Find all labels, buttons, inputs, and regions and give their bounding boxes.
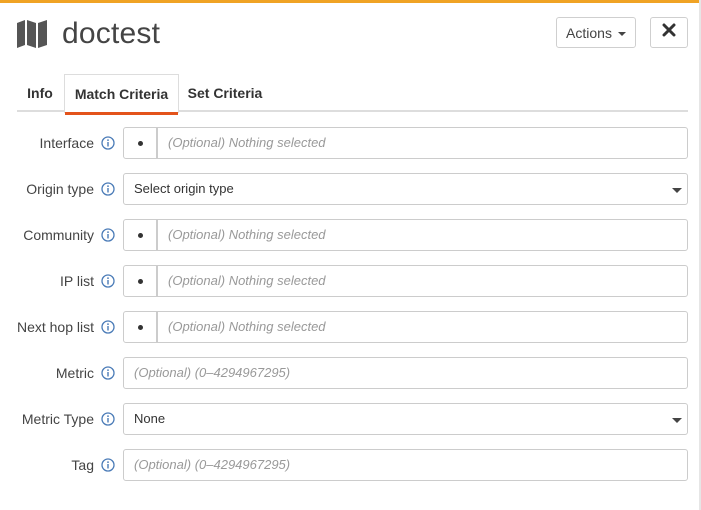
form-row-next-hop-list: Next hop list (Optional) Nothing selecte… [0, 311, 701, 343]
tab-match-criteria[interactable]: Match Criteria [64, 74, 179, 115]
metric-placeholder: (Optional) (0–4294967295) [134, 365, 291, 380]
close-button[interactable] [650, 17, 688, 48]
community-placeholder: (Optional) Nothing selected [168, 227, 326, 242]
caret-down-icon [617, 31, 626, 36]
metric-input[interactable]: (Optional) (0–4294967295) [123, 357, 688, 389]
next-hop-list-field[interactable]: (Optional) Nothing selected [157, 311, 688, 343]
interface-label: Interface [39, 135, 94, 151]
actions-button-label: Actions [566, 24, 612, 41]
dot-icon [137, 140, 143, 146]
tab-set-criteria[interactable]: Set Criteria [180, 74, 270, 112]
form-row-metric: Metric (Optional) (0–4294967295) [0, 357, 701, 389]
top-accent-bar [0, 0, 701, 3]
community-field[interactable]: (Optional) Nothing selected [157, 219, 688, 251]
page-title: doctest [62, 17, 161, 50]
close-icon [662, 23, 676, 42]
interface-placeholder: (Optional) Nothing selected [168, 135, 326, 150]
form-row-community: Community (Optional) Nothing selected [0, 219, 701, 251]
community-label: Community [23, 227, 94, 243]
info-icon[interactable] [101, 136, 115, 150]
tag-input[interactable]: (Optional) (0–4294967295) [123, 449, 688, 481]
map-icon [16, 19, 48, 49]
info-icon[interactable] [101, 274, 115, 288]
interface-picker-button[interactable] [123, 127, 157, 159]
info-icon[interactable] [101, 228, 115, 242]
form-row-ip-list: IP list (Optional) Nothing selected [0, 265, 701, 297]
tab-bar: Info Match Criteria Set Criteria [17, 74, 688, 115]
metric-label: Metric [55, 365, 94, 381]
ip-list-field[interactable]: (Optional) Nothing selected [157, 265, 688, 297]
ip-list-placeholder: (Optional) Nothing selected [168, 273, 326, 288]
origin-type-select[interactable]: Select origin type [123, 173, 688, 205]
dot-icon [137, 278, 143, 284]
metric-type-value: None [134, 411, 166, 426]
form-row-interface: Interface (Optional) Nothing selected [0, 127, 701, 159]
actions-button[interactable]: Actions [556, 17, 636, 48]
tag-label: Tag [71, 457, 94, 473]
info-icon[interactable] [101, 412, 115, 426]
tag-placeholder: (Optional) (0–4294967295) [134, 457, 291, 472]
form-row-metric-type: Metric Type None [0, 403, 701, 435]
community-picker-button[interactable] [123, 219, 157, 251]
dot-icon [137, 324, 143, 330]
chevron-down-icon [672, 188, 682, 193]
ip-list-picker-button[interactable] [123, 265, 157, 297]
form-row-tag: Tag (Optional) (0–4294967295) [0, 449, 701, 481]
tab-info[interactable]: Info [17, 74, 63, 112]
origin-type-value: Select origin type [134, 181, 234, 196]
info-icon[interactable] [101, 366, 115, 380]
next-hop-list-picker-button[interactable] [123, 311, 157, 343]
info-icon[interactable] [101, 320, 115, 334]
info-icon[interactable] [101, 458, 115, 472]
next-hop-list-label: Next hop list [16, 319, 94, 335]
metric-type-select[interactable]: None [123, 403, 688, 435]
chevron-down-icon [672, 418, 682, 423]
ip-list-label: IP list [60, 273, 94, 289]
next-hop-list-placeholder: (Optional) Nothing selected [168, 319, 326, 334]
metric-type-label: Metric Type [21, 411, 94, 427]
interface-field[interactable]: (Optional) Nothing selected [157, 127, 688, 159]
form-row-origin-type: Origin type Select origin type [0, 173, 701, 205]
info-icon[interactable] [101, 182, 115, 196]
header: doctest [16, 14, 160, 54]
origin-type-label: Origin type [26, 181, 94, 197]
dot-icon [137, 232, 143, 238]
